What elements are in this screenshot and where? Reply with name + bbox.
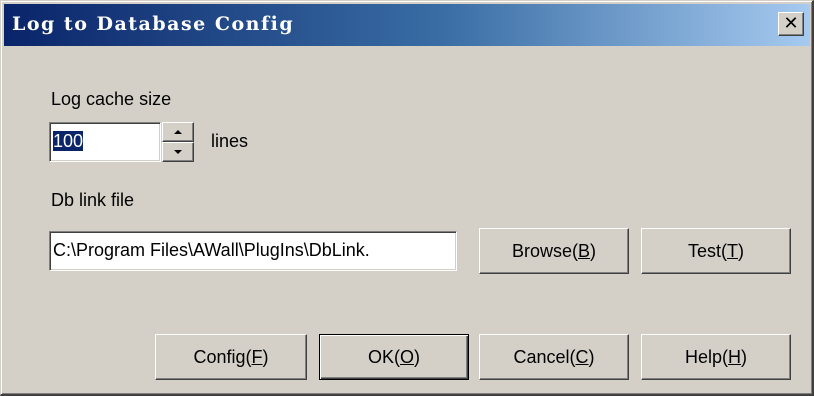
title-bar[interactable]: Log to Database Config ✕: [4, 4, 810, 46]
ok-button[interactable]: OK(O): [319, 334, 469, 380]
browse-button-label: Browse(: [511, 240, 578, 261]
window-title: Log to Database Config: [12, 13, 295, 35]
lines-unit-label: lines: [211, 131, 249, 151]
log-to-database-config-dialog: Log to Database Config ✕ Log cache size …: [0, 0, 814, 396]
spin-down-button[interactable]: [162, 142, 194, 162]
browse-button-label-end: ): [590, 240, 597, 261]
cancel-button-label-end: ): [588, 346, 595, 367]
config-button-label: Config(: [193, 346, 252, 367]
browse-button[interactable]: Browse(B): [479, 228, 629, 274]
config-button[interactable]: Config(F): [155, 334, 307, 380]
test-button[interactable]: Test(T): [641, 228, 791, 274]
config-button-mnemonic: F: [251, 346, 263, 367]
db-link-file-value: C:\Program Files\AWall\PlugIns\DbLink.: [53, 240, 370, 260]
cancel-button-mnemonic: C: [575, 346, 589, 367]
test-button-label: Test(: [687, 240, 727, 261]
cancel-button-label: Cancel(: [513, 346, 576, 367]
help-button[interactable]: Help(H): [641, 334, 791, 380]
down-arrow-icon: [174, 150, 182, 154]
db-link-file-label: Db link file: [51, 190, 135, 210]
log-cache-size-spinner[interactable]: [162, 122, 194, 162]
help-button-mnemonic: H: [728, 346, 741, 367]
browse-button-mnemonic: B: [578, 240, 591, 261]
ok-button-label: OK(: [367, 346, 400, 367]
log-cache-size-label: Log cache size: [51, 89, 172, 109]
db-link-file-input[interactable]: C:\Program Files\AWall\PlugIns\DbLink.: [49, 231, 457, 271]
test-button-mnemonic: T: [727, 240, 738, 261]
log-cache-size-value: 100: [53, 131, 84, 151]
config-button-label-end: ): [262, 346, 269, 367]
close-icon: ✕: [783, 13, 799, 34]
log-cache-size-input[interactable]: 100: [49, 122, 161, 162]
cancel-button[interactable]: Cancel(C): [479, 334, 629, 380]
ok-button-mnemonic: O: [400, 346, 415, 367]
close-button[interactable]: ✕: [778, 12, 804, 36]
test-button-label-end: ): [738, 240, 744, 261]
ok-button-label-end: ): [414, 346, 421, 367]
help-button-label-end: ): [741, 346, 747, 367]
up-arrow-icon: [174, 130, 182, 134]
spin-up-button[interactable]: [162, 122, 194, 142]
help-button-label: Help(: [684, 346, 728, 367]
